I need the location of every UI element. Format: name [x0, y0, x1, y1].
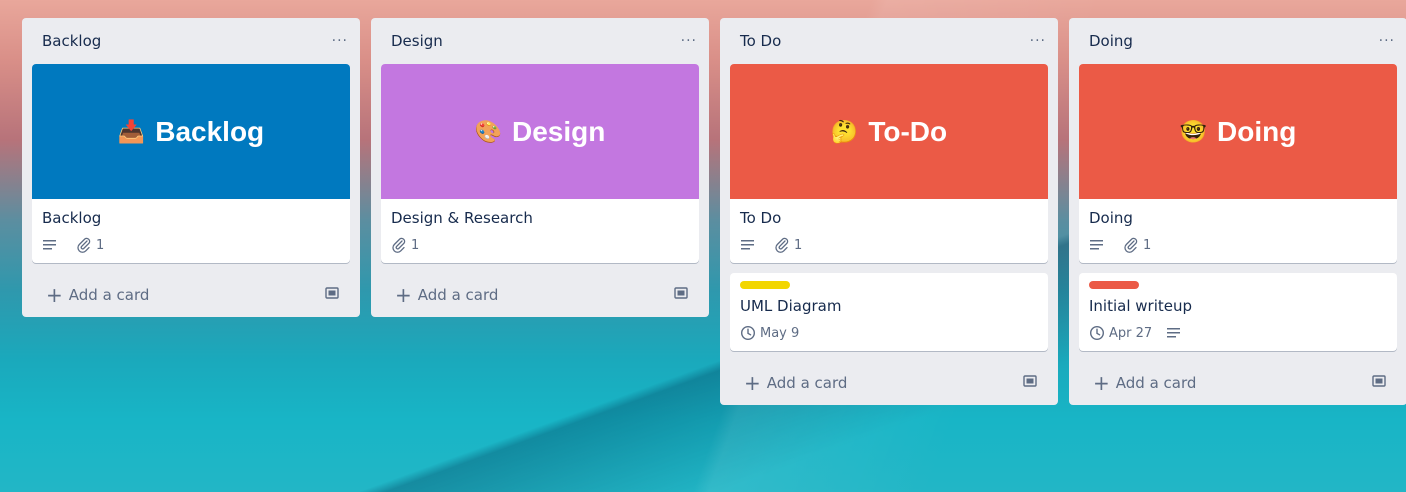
- card-cover: 🤓 Doing: [1079, 64, 1397, 199]
- add-card-label: Add a card: [1115, 374, 1197, 392]
- cover-text: To-Do: [868, 115, 948, 147]
- card-doing[interactable]: 🤓 Doing Doing 1: [1079, 64, 1397, 263]
- paperclip-icon: [775, 237, 789, 253]
- attachment-count: 1: [411, 237, 420, 253]
- add-card-row: + Add a card: [730, 361, 1048, 405]
- plus-icon: +: [46, 283, 63, 307]
- list-menu-icon[interactable]: ···: [332, 33, 348, 49]
- card-title: Initial writeup: [1089, 297, 1193, 315]
- card-cover: 🎨 Design: [381, 64, 699, 199]
- palette-icon: 🎨: [474, 118, 503, 144]
- add-card-button[interactable]: + Add a card: [744, 373, 847, 393]
- attachment-badge: 1: [391, 237, 419, 253]
- attachment-badge: 1: [76, 237, 104, 253]
- description-icon: [1089, 239, 1109, 251]
- list-menu-icon[interactable]: ···: [1379, 33, 1395, 49]
- clock-icon: [1089, 325, 1105, 341]
- clock-icon: [740, 325, 756, 341]
- list-doing: Doing ··· 🤓 Doing Doing 1 Initial writeu…: [1069, 18, 1406, 405]
- card-title: Doing: [1089, 209, 1133, 227]
- list-to-do: To Do ··· 🤔 To-Do To Do 1 UML Diagram Ma…: [720, 18, 1058, 405]
- card-template-icon[interactable]: [1022, 373, 1038, 393]
- attachment-badge: 1: [1123, 237, 1151, 253]
- cover-text: Doing: [1217, 115, 1297, 147]
- plus-icon: +: [395, 283, 412, 307]
- list-menu-icon[interactable]: ···: [681, 33, 697, 49]
- cover-text: Design: [512, 115, 606, 147]
- attachment-badge: 1: [774, 237, 802, 253]
- add-card-button[interactable]: + Add a card: [1093, 373, 1196, 393]
- add-card-label: Add a card: [68, 286, 150, 304]
- card-title: Design & Research: [391, 209, 533, 227]
- card-title: UML Diagram: [740, 297, 842, 315]
- due-date: Apr 27: [1109, 325, 1153, 341]
- paperclip-icon: [1124, 237, 1138, 253]
- card-template-icon[interactable]: [324, 285, 340, 305]
- add-card-button[interactable]: + Add a card: [395, 285, 498, 305]
- thinking-face-icon: 🤔: [830, 118, 859, 144]
- paperclip-icon: [77, 237, 91, 253]
- card-backlog[interactable]: 📥 Backlog Backlog 1: [32, 64, 350, 263]
- card-title: Backlog: [42, 209, 102, 227]
- list-menu-icon[interactable]: ···: [1030, 33, 1046, 49]
- card-template-icon[interactable]: [1371, 373, 1387, 393]
- inbox-tray-icon: 📥: [117, 118, 146, 144]
- description-icon: [42, 239, 62, 251]
- due-date-badge: May 9: [740, 325, 799, 341]
- add-card-row: + Add a card: [381, 273, 699, 317]
- list-header: Doing ···: [1079, 18, 1397, 64]
- list-title[interactable]: Design: [391, 32, 443, 50]
- card-to-do[interactable]: 🤔 To-Do To Do 1: [730, 64, 1048, 263]
- due-date: May 9: [760, 325, 800, 341]
- card-initial-writeup[interactable]: Initial writeup Apr 27: [1079, 273, 1397, 351]
- add-card-label: Add a card: [417, 286, 499, 304]
- list-title[interactable]: To Do: [740, 32, 781, 50]
- cover-text: Backlog: [155, 115, 265, 147]
- attachment-count: 1: [96, 237, 105, 253]
- list-backlog: Backlog ··· 📥 Backlog Backlog 1 + Add a …: [22, 18, 360, 317]
- add-card-label: Add a card: [766, 374, 848, 392]
- list-title[interactable]: Backlog: [42, 32, 101, 50]
- list-title[interactable]: Doing: [1089, 32, 1133, 50]
- add-card-row: + Add a card: [32, 273, 350, 317]
- plus-icon: +: [744, 371, 761, 395]
- card-cover: 📥 Backlog: [32, 64, 350, 199]
- attachment-count: 1: [1143, 237, 1152, 253]
- list-header: Design ···: [381, 18, 699, 64]
- due-date-badge: Apr 27: [1089, 325, 1152, 341]
- card-title: To Do: [740, 209, 782, 227]
- list-header: Backlog ···: [32, 18, 350, 64]
- card-uml-diagram[interactable]: UML Diagram May 9: [730, 273, 1048, 351]
- nerd-face-icon: 🤓: [1179, 118, 1208, 144]
- list-design: Design ··· 🎨 Design Design & Research 1 …: [371, 18, 709, 317]
- label-red: [1089, 281, 1139, 289]
- plus-icon: +: [1093, 371, 1110, 395]
- card-template-icon[interactable]: [673, 285, 689, 305]
- description-icon: [740, 239, 760, 251]
- attachment-count: 1: [794, 237, 803, 253]
- card-cover: 🤔 To-Do: [730, 64, 1048, 199]
- add-card-row: + Add a card: [1079, 361, 1397, 405]
- description-icon: [1166, 327, 1186, 339]
- add-card-button[interactable]: + Add a card: [46, 285, 149, 305]
- list-header: To Do ···: [730, 18, 1048, 64]
- card-design[interactable]: 🎨 Design Design & Research 1: [381, 64, 699, 263]
- label-yellow: [740, 281, 790, 289]
- paperclip-icon: [392, 237, 406, 253]
